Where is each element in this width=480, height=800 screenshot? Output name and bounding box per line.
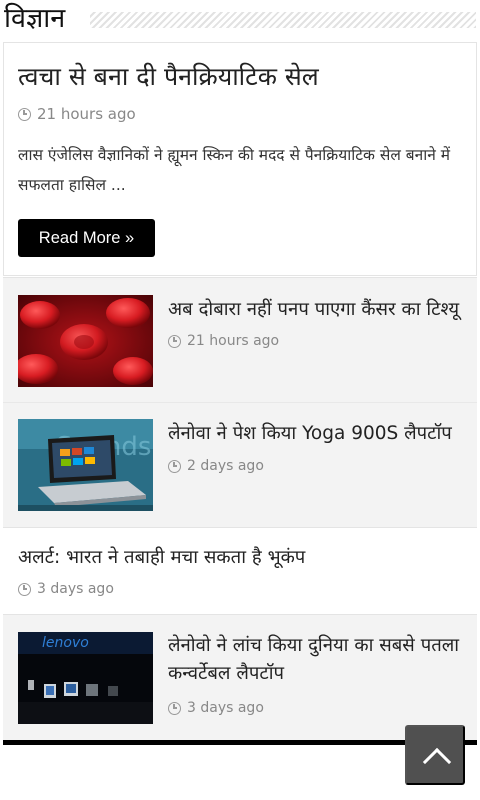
scroll-to-top-button[interactable] [405, 725, 465, 785]
clock-icon [18, 107, 31, 121]
item-meta: 21 hours ago [168, 332, 279, 350]
item-meta: 3 days ago [18, 580, 114, 598]
clock-icon [168, 334, 181, 348]
item-title[interactable]: अब दोबारा नहीं पनप पाएगा कैंसर का टिश्यू [168, 296, 468, 324]
list-item[interactable]: अलर्ट: भारत ने तबाही मचा सकता है भूकंप 3… [3, 527, 477, 614]
thumbnail-red-blood-cells[interactable] [18, 295, 153, 387]
item-meta: 2 days ago [168, 457, 264, 475]
featured-time: 21 hours ago [37, 105, 136, 123]
item-time: 3 days ago [187, 700, 264, 716]
featured-post: त्वचा से बना दी पैनक्रियाटिक सेल 21 hour… [3, 42, 477, 276]
item-meta: 3 days ago [168, 699, 264, 717]
chevron-up-icon [422, 747, 452, 777]
list-item[interactable]: Sounds लेनोवा ने पेश किया Yoga 900S लैपट… [3, 402, 477, 527]
thumbnail-logo-text: lenovo [42, 635, 89, 651]
clock-icon [18, 582, 31, 596]
item-time: 21 hours ago [187, 333, 280, 349]
featured-meta: 21 hours ago [18, 105, 136, 123]
thumbnail-lenovo-stage[interactable]: lenovo [18, 632, 153, 724]
item-title[interactable]: लेनोवा ने पेश किया Yoga 900S लैपटॉप [168, 420, 468, 448]
clock-icon [168, 701, 181, 715]
read-more-button[interactable]: Read More » [18, 219, 155, 257]
section-header: विज्ञान [0, 0, 480, 40]
list-item[interactable]: अब दोबारा नहीं पनप पाएगा कैंसर का टिश्यू… [3, 277, 477, 402]
section-title: विज्ञान [4, 2, 74, 36]
featured-excerpt: लास एंजेलिस वैज्ञानिकों ने ह्यूमन स्किन … [18, 146, 451, 194]
list-item[interactable]: lenovo लेनोवो ने लांच किया दुनिया का सबस… [3, 614, 477, 741]
item-title[interactable]: लेनोवो ने लांच किया दुनिया का सबसे पतला … [168, 632, 468, 688]
thumbnail-laptop[interactable]: Sounds [18, 419, 153, 511]
header-stripes [90, 12, 476, 28]
featured-title[interactable]: त्वचा से बना दी पैनक्रियाटिक सेल [18, 59, 458, 95]
item-title[interactable]: अलर्ट: भारत ने तबाही मचा सकता है भूकंप [18, 544, 468, 572]
clock-icon [168, 459, 181, 473]
item-time: 2 days ago [187, 458, 264, 474]
item-time: 3 days ago [37, 581, 114, 597]
